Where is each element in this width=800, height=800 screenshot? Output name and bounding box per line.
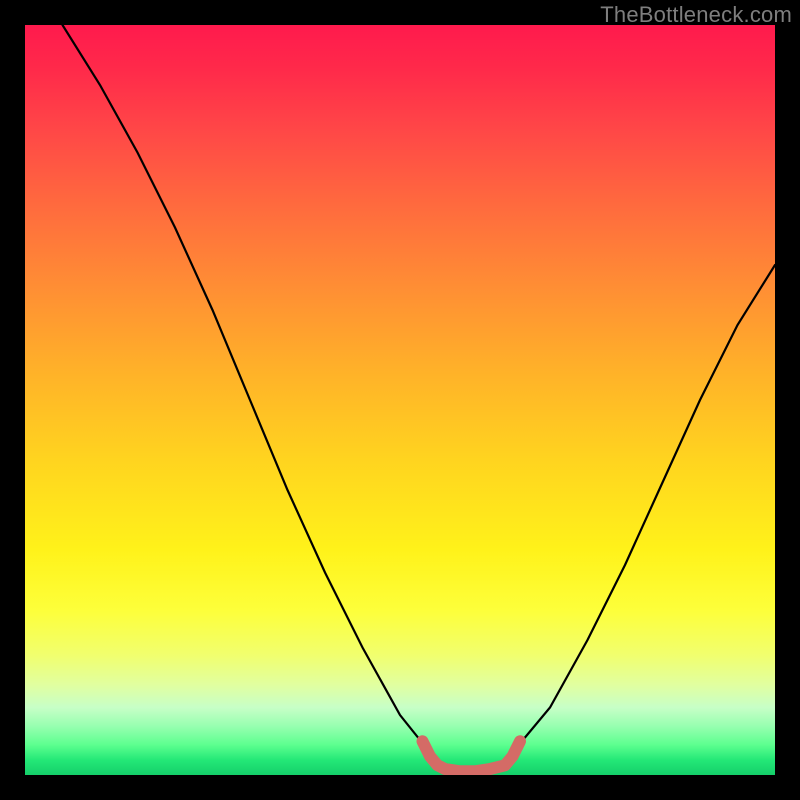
plot-area (25, 25, 775, 775)
curve-right-branch (513, 265, 776, 753)
curve-layer (25, 25, 775, 775)
curve-left-branch (63, 25, 431, 753)
watermark-label: TheBottleneck.com (600, 2, 792, 28)
chart-frame: TheBottleneck.com (0, 0, 800, 800)
curve-fit-band (423, 741, 521, 771)
